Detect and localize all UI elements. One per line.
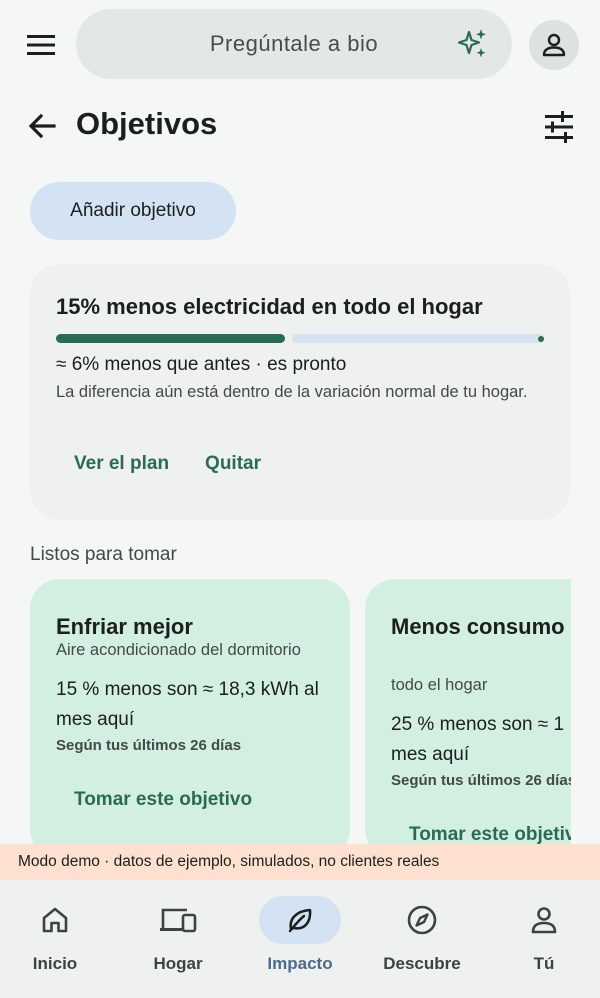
active-goal-card: 15% menos electricidad en todo el hogar … <box>30 264 570 520</box>
goal-note: La diferencia aún está dentro de la vari… <box>56 383 528 401</box>
nav-label: Tú <box>533 954 555 973</box>
recommendation-body: 25 % menos son ≈ 1 <box>391 714 565 735</box>
nav-label: Inicio <box>32 954 78 973</box>
progress-end-dot <box>538 335 544 342</box>
recommendation-card[interactable]: Menos consumo en espera todo el hogar 25… <box>365 579 571 849</box>
take-goal-button[interactable]: Tomar este objetivo <box>74 789 252 811</box>
take-goal-button[interactable]: Tomar este objetivo <box>409 824 571 846</box>
nav-item-hogar[interactable]: Hogar <box>123 896 233 986</box>
nav-label: Impacto <box>267 954 333 973</box>
goal-progress-bar <box>56 334 544 343</box>
remove-goal-button[interactable]: Quitar <box>187 450 279 478</box>
page-header: Objetivos <box>0 96 600 156</box>
account-button[interactable] <box>529 20 579 70</box>
goal-actions: Ver el plan Quitar <box>56 450 279 478</box>
back-arrow-icon[interactable] <box>24 108 60 144</box>
recommendation-title: Menos consumo en espera <box>391 614 571 639</box>
page-title: Objetivos <box>76 106 218 141</box>
recommendation-carousel[interactable]: Enfriar mejor Aire acondicionado del dor… <box>30 579 571 849</box>
devices-icon <box>160 908 197 933</box>
recommendation-title: Enfriar mejor <box>56 614 193 639</box>
progress-track <box>292 334 544 343</box>
sparkle-icon[interactable] <box>456 27 490 61</box>
view-plan-button[interactable]: Ver el plan <box>56 450 187 478</box>
recommendation-body-line2: mes aquí <box>391 744 470 765</box>
tune-icon[interactable] <box>540 108 578 146</box>
goal-status: ≈ 6% menos que antes · es pronto <box>56 354 347 375</box>
leaf-icon <box>288 908 312 933</box>
recommendation-body: 15 % menos son ≈ 18,3 kWh al mes aquí <box>56 679 319 730</box>
recommendation-note: Según tus últimos 26 días <box>391 772 571 789</box>
recommendation-note: Según tus últimos 26 días <box>56 737 242 754</box>
nav-item-tu[interactable]: Tú <box>489 896 599 986</box>
recommendation-subtitle: Aire acondicionado del dormitorio <box>56 641 301 659</box>
section-heading: Listos para tomar <box>30 544 177 565</box>
nav-item-impacto[interactable]: Impacto <box>245 896 355 986</box>
search-placeholder: Pregúntale a bio <box>209 31 379 56</box>
goal-title: 15% menos electricidad en todo el hogar <box>56 294 483 319</box>
person-icon <box>531 907 557 934</box>
nav-label: Hogar <box>153 954 203 973</box>
nav-label: Descubre <box>383 954 461 973</box>
menu-icon <box>27 35 55 55</box>
home-icon <box>42 907 68 933</box>
person-icon <box>542 33 566 57</box>
recommendation-card[interactable]: Enfriar mejor Aire acondicionado del dor… <box>30 579 350 849</box>
bottom-navigation: Inicio Hogar Impacto Descubre Tú <box>0 880 600 998</box>
nav-item-descubre[interactable]: Descubre <box>367 896 477 986</box>
menu-button[interactable] <box>20 24 62 66</box>
search-bar[interactable]: Pregúntale a bio <box>76 9 512 79</box>
add-goal-button[interactable]: Añadir objetivo <box>30 182 236 240</box>
top-app-bar: Pregúntale a bio <box>0 0 600 88</box>
demo-mode-banner: Modo demo · datos de ejemplo, simulados,… <box>0 844 600 880</box>
nav-item-inicio[interactable]: Inicio <box>0 896 110 986</box>
compass-icon <box>407 905 437 935</box>
recommendation-subtitle: todo el hogar <box>391 676 488 694</box>
progress-fill <box>56 334 285 343</box>
